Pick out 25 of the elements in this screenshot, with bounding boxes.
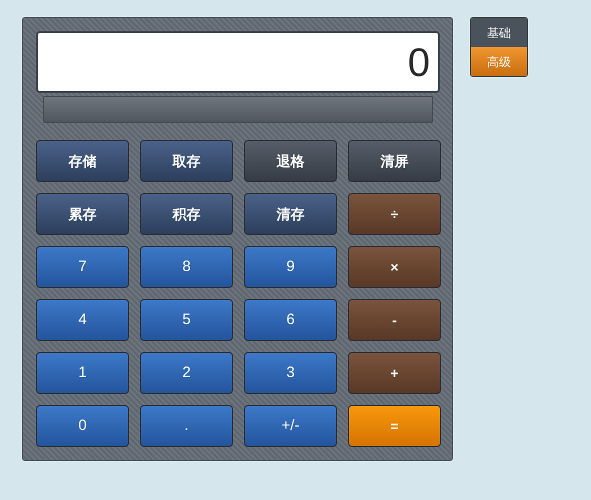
digit-key[interactable]: 7 — [36, 246, 129, 288]
operator-key[interactable]: - — [348, 299, 441, 341]
function-key[interactable]: 退格 — [244, 140, 337, 182]
operator-key[interactable]: + — [348, 352, 441, 394]
digit-key[interactable]: 0 — [36, 405, 129, 447]
memory-key[interactable]: 取存 — [140, 140, 233, 182]
digit-key[interactable]: . — [140, 405, 233, 447]
operator-key[interactable]: × — [348, 246, 441, 288]
digit-key[interactable]: 9 — [244, 246, 337, 288]
digit-key[interactable]: 4 — [36, 299, 129, 341]
digit-key[interactable]: 5 — [140, 299, 233, 341]
digit-key[interactable]: 2 — [140, 352, 233, 394]
memory-key[interactable]: 积存 — [140, 193, 233, 235]
mode-tab[interactable]: 基础 — [471, 18, 527, 47]
display-field: 0 — [36, 31, 440, 93]
operator-key[interactable]: ÷ — [348, 193, 441, 235]
digit-key[interactable]: 1 — [36, 352, 129, 394]
memory-key[interactable]: 累存 — [36, 193, 129, 235]
function-key[interactable]: 清屏 — [348, 140, 441, 182]
digit-key[interactable]: 8 — [140, 246, 233, 288]
memory-key[interactable]: 存储 — [36, 140, 129, 182]
memory-key[interactable]: 清存 — [244, 193, 337, 235]
digit-key[interactable]: +/- — [244, 405, 337, 447]
digit-key[interactable]: 6 — [244, 299, 337, 341]
digit-key[interactable]: 3 — [244, 352, 337, 394]
